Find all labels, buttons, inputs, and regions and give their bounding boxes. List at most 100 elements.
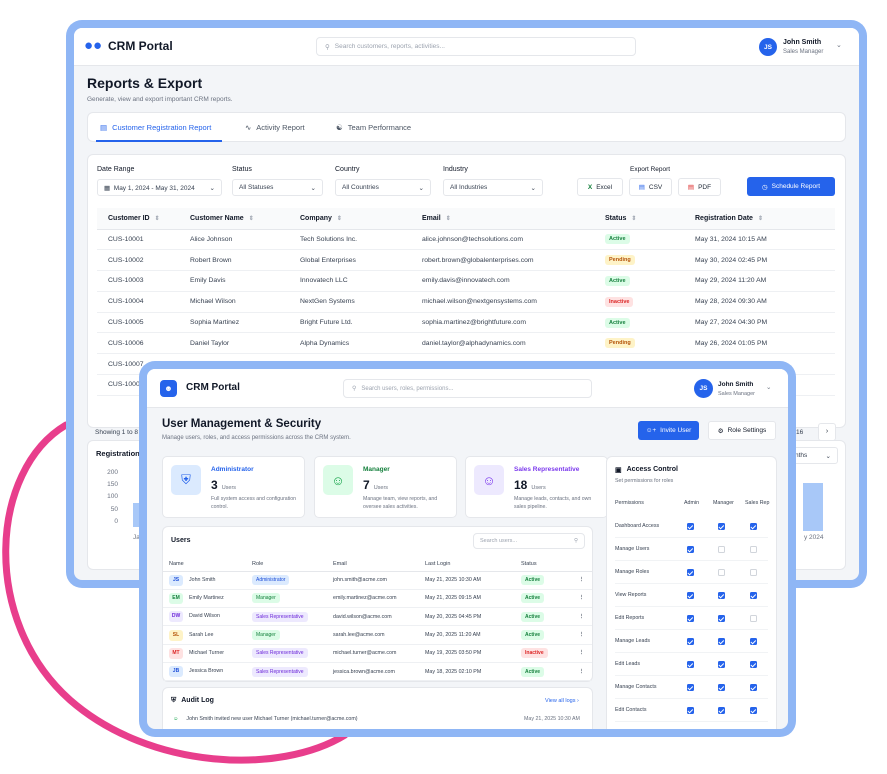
chevron-down-icon[interactable]: ⌄ xyxy=(766,383,771,391)
cell-company: Alpha Dynamics xyxy=(289,332,411,355)
users-search-input[interactable]: Search users... ⚲ xyxy=(473,533,585,549)
user-role: Sales Manager xyxy=(718,391,755,397)
more-icon[interactable]: ⋮ xyxy=(565,662,592,682)
cell-email: sophia.martinez@brightfuture.com xyxy=(411,312,594,334)
permission-checkbox[interactable] xyxy=(718,638,725,645)
permission-checkbox[interactable] xyxy=(750,592,757,599)
permission-checkbox[interactable] xyxy=(718,615,725,622)
avatar[interactable]: JS xyxy=(694,379,713,398)
permission-checkbox[interactable] xyxy=(687,661,694,668)
chevron-down-icon[interactable]: ⌄ xyxy=(836,41,842,49)
column-header[interactable]: Registration Date ⇕ xyxy=(684,208,835,230)
permission-checkbox[interactable] xyxy=(687,615,694,622)
more-icon[interactable]: ⋮ xyxy=(565,589,592,609)
table-row[interactable]: CUS-10003 Emily Davis Innovatech LLC emily.… xyxy=(97,270,835,292)
permission-checkbox[interactable] xyxy=(718,707,725,714)
role-settings-button[interactable]: ⚙ Role Settings xyxy=(708,421,776,440)
cell-last-login: May 20, 2025 11:20 AM xyxy=(419,625,515,645)
role-card-manager[interactable]: ☺ Manager 7 Users Manage team, view repor… xyxy=(314,456,457,518)
user-name: John Smith xyxy=(718,381,754,388)
user-row[interactable]: JS John Smith Administrator john.smith@acme… xyxy=(163,571,592,590)
permission-checkbox[interactable] xyxy=(687,569,694,576)
user-row[interactable]: DW David Wilson Sales Representative david.… xyxy=(163,607,592,627)
permission-label: Manage Users xyxy=(615,546,650,552)
permission-checkbox[interactable] xyxy=(750,569,757,576)
role-title: Sales Representative xyxy=(514,466,580,473)
chevron-down-icon: ⌄ xyxy=(310,184,316,192)
tab-team-performance[interactable]: ☯ Team Performance xyxy=(336,123,411,132)
cell-name: Michael Wilson xyxy=(179,291,289,313)
cell-id: CUS-10005 xyxy=(97,312,179,334)
table-row[interactable]: CUS-10002 Robert Brown Global Enterprises r… xyxy=(97,249,835,272)
view-all-logs-link[interactable]: View all logs › xyxy=(545,698,579,704)
permission-checkbox[interactable] xyxy=(750,684,757,691)
permission-checkbox[interactable] xyxy=(750,661,757,668)
permission-checkbox[interactable] xyxy=(750,523,757,530)
column-header[interactable]: Status ⇕ xyxy=(594,208,684,230)
more-icon[interactable]: ⋮ xyxy=(565,644,592,663)
role-count: 7 Users xyxy=(363,478,389,492)
export-pdf-button[interactable]: ▤ PDF xyxy=(678,178,721,196)
next-page-button[interactable]: › xyxy=(818,423,836,441)
excel-icon: X xyxy=(587,183,593,191)
permission-checkbox[interactable] xyxy=(750,707,757,714)
page-16-button[interactable]: 16 xyxy=(796,429,803,436)
industry-select[interactable]: All Industries ⌄ xyxy=(443,179,543,196)
schedule-report-button[interactable]: ◷ Schedule Report xyxy=(747,177,835,196)
permission-checkbox[interactable] xyxy=(687,592,694,599)
role-card-administrator[interactable]: ⛨ Administrator 3 Users Full system acces… xyxy=(162,456,305,518)
user-row[interactable]: SL Sarah Lee Manager sarah.lee@acme.com May … xyxy=(163,625,592,645)
permission-checkbox[interactable] xyxy=(718,569,725,576)
user-row[interactable]: MT Michael Turner Sales Representative mich… xyxy=(163,644,592,663)
permission-checkbox[interactable] xyxy=(687,638,694,645)
search-input[interactable]: ⚲ Search customers, reports, activities.… xyxy=(316,37,636,56)
permission-checkbox[interactable] xyxy=(718,684,725,691)
more-icon[interactable]: ⋮ xyxy=(565,607,592,627)
column-header[interactable]: Customer ID ⇕ xyxy=(97,208,179,230)
cell-email: michael.turner@acme.com xyxy=(327,644,419,663)
status-select[interactable]: All Statuses ⌄ xyxy=(232,179,323,196)
permission-checkbox[interactable] xyxy=(687,707,694,714)
status-badge: Active xyxy=(521,611,545,622)
invite-user-button[interactable]: ☺+ Invite User xyxy=(638,421,699,440)
permission-checkbox[interactable] xyxy=(718,523,725,530)
column-header[interactable]: Company ⇕ xyxy=(289,208,411,230)
column-header[interactable]: Email ⇕ xyxy=(411,208,594,230)
cell-name: SL Sarah Lee xyxy=(163,625,246,645)
permission-checkbox[interactable] xyxy=(750,638,757,645)
cell-name: Alice Johnson xyxy=(179,229,289,251)
users-title: Users xyxy=(171,537,191,544)
cell-role: Sales Representative xyxy=(246,662,327,682)
tab-activity-report[interactable]: ∿ Activity Report xyxy=(245,123,305,132)
user-row[interactable]: JB Jessica Brown Sales Representative jessi… xyxy=(163,662,592,682)
permission-checkbox[interactable] xyxy=(687,546,694,553)
users-logo-icon: ☻ xyxy=(160,380,177,397)
permission-checkbox[interactable] xyxy=(718,592,725,599)
manager-header: Manager xyxy=(713,500,734,506)
export-excel-button[interactable]: X Excel xyxy=(577,178,623,196)
table-row[interactable]: CUS-10001 Alice Johnson Tech Solutions Inc… xyxy=(97,229,835,251)
user-row[interactable]: EM Emily Martinez Manager emily.martinez@ac… xyxy=(163,589,592,609)
users-logo-icon: ●● xyxy=(84,37,103,54)
more-icon[interactable]: ⋮ xyxy=(565,625,592,645)
date-range-picker[interactable]: ▦ May 1, 2024 - May 31, 2024 ⌄ xyxy=(97,179,222,196)
role-card-sales-representative[interactable]: ☺ Sales Representative 18 Users Manage le… xyxy=(465,456,608,518)
tab-customer-registration[interactable]: ▤ Customer Registration Report xyxy=(100,123,211,132)
permission-checkbox[interactable] xyxy=(750,546,757,553)
shield-icon: ⛨ xyxy=(171,697,177,704)
more-icon[interactable]: ⋮ xyxy=(565,571,592,590)
table-row[interactable]: CUS-10004 Michael Wilson NextGen Systems mi… xyxy=(97,291,835,313)
permission-checkbox[interactable] xyxy=(750,615,757,622)
permission-checkbox[interactable] xyxy=(718,661,725,668)
search-input[interactable]: ⚲ Search users, roles, permissions... xyxy=(343,379,592,398)
column-header[interactable]: Customer Name ⇕ xyxy=(179,208,289,230)
table-row[interactable]: CUS-10006 Daniel Taylor Alpha Dynamics dani… xyxy=(97,332,835,355)
permission-checkbox[interactable] xyxy=(718,546,725,553)
country-select[interactable]: All Countries ⌄ xyxy=(335,179,431,196)
export-csv-button[interactable]: ▤ CSV xyxy=(629,178,672,196)
avatar[interactable]: JS xyxy=(759,38,777,56)
permission-checkbox[interactable] xyxy=(687,523,694,530)
table-row[interactable]: CUS-10005 Sophia Martinez Bright Future Lt… xyxy=(97,312,835,334)
permission-checkbox[interactable] xyxy=(687,684,694,691)
cell-status: Active xyxy=(594,312,684,334)
